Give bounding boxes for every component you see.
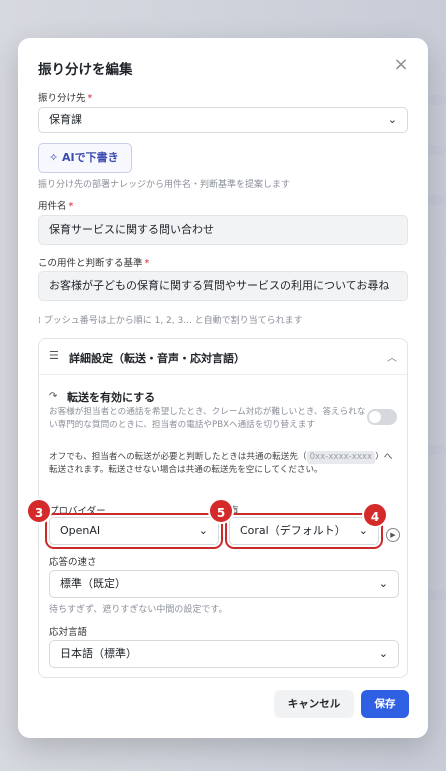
- language-value: 日本語（標準）: [60, 647, 137, 660]
- toggle-knob: [369, 411, 381, 423]
- subject-input[interactable]: 保育サービスに関する問い合わせ: [38, 215, 408, 245]
- provider-label: プロバイダー: [49, 506, 106, 517]
- destination-select[interactable]: 保育課 ⌄: [38, 107, 408, 133]
- advanced-settings-header[interactable]: ☰ 詳細設定（転送・音声・応対言語） ︿: [39, 339, 407, 375]
- modal-title: 振り分けを編集: [38, 62, 133, 78]
- provider-value: OpenAI: [60, 524, 101, 537]
- chevron-down-icon: ⌄: [378, 647, 388, 660]
- voice-preview-play-icon[interactable]: ▶: [386, 528, 400, 542]
- transfer-title: 転送を有効にする: [67, 391, 156, 404]
- advanced-settings-title: 詳細設定（転送・音声・応対言語）: [69, 352, 245, 365]
- close-icon[interactable]: ×: [392, 56, 410, 74]
- transfer-off-description: オフでも、担当者への転送が必要と判断したときは共通の転送先（ 0xx-xxxx-x…: [49, 451, 393, 475]
- cancel-button[interactable]: キャンセル: [274, 690, 354, 718]
- chevron-down-icon: ⌄: [198, 524, 208, 537]
- voice-select[interactable]: Coral（デフォルト） ⌄: [225, 513, 383, 549]
- save-button[interactable]: 保存: [361, 690, 409, 718]
- destination-label: 振り分け先 *: [38, 93, 93, 104]
- criteria-input[interactable]: お客様が子どもの保育に関する質問やサービスの利用についてお尋ね: [38, 271, 408, 301]
- edit-routing-modal: 振り分けを編集 × 振り分け先 * 保育課 ⌄ ✧ AIで下書き 振り分け先の部署…: [18, 38, 428, 738]
- speed-value: 標準（既定）: [60, 577, 126, 590]
- speed-select[interactable]: 標準（既定） ⌄: [49, 570, 399, 598]
- common-forward-number: 0xx-xxxx-xxxx: [306, 451, 376, 464]
- destination-value: 保育課: [49, 113, 82, 126]
- language-select[interactable]: 日本語（標準） ⌄: [49, 640, 399, 668]
- chevron-up-icon[interactable]: ︿: [387, 349, 397, 364]
- language-label: 応対言語: [49, 627, 88, 638]
- phone-forward-icon: ↷: [49, 391, 58, 402]
- voice-value: Coral（デフォルト）: [240, 524, 346, 537]
- speed-label: 応答の速さ: [49, 557, 97, 568]
- sparkle-icon: ✧: [49, 151, 63, 164]
- subject-label: 用件名 *: [38, 201, 74, 212]
- ai-draft-button[interactable]: ✧ AIで下書き: [38, 143, 132, 173]
- sliders-icon: ☰: [49, 349, 59, 362]
- annotation-badge-voice: 5: [208, 498, 234, 524]
- provider-select[interactable]: OpenAI ⌄: [45, 513, 223, 549]
- ai-draft-hint: 振り分け先の部署ナレッジから用件名・判断基準を提案します: [38, 180, 291, 190]
- speed-hint: 待ちすぎず、遮りすぎない中間の設定です。: [49, 605, 228, 615]
- annotation-badge-preview: 4: [362, 502, 388, 528]
- push-number-hint: ⁞ プッシュ番号は上から順に 1, 2, 3... と自動で割り当てられます: [38, 316, 303, 326]
- criteria-label: この用件と判断する基準 *: [38, 258, 150, 269]
- chevron-down-icon: ⌄: [387, 113, 397, 126]
- transfer-toggle[interactable]: [367, 409, 397, 425]
- transfer-description: お客様が担当者との通話を希望したとき、クレーム対応が難しいとき、答えられない専門…: [49, 407, 366, 430]
- chevron-down-icon: ⌄: [378, 577, 388, 590]
- annotation-badge-provider: 3: [26, 498, 52, 524]
